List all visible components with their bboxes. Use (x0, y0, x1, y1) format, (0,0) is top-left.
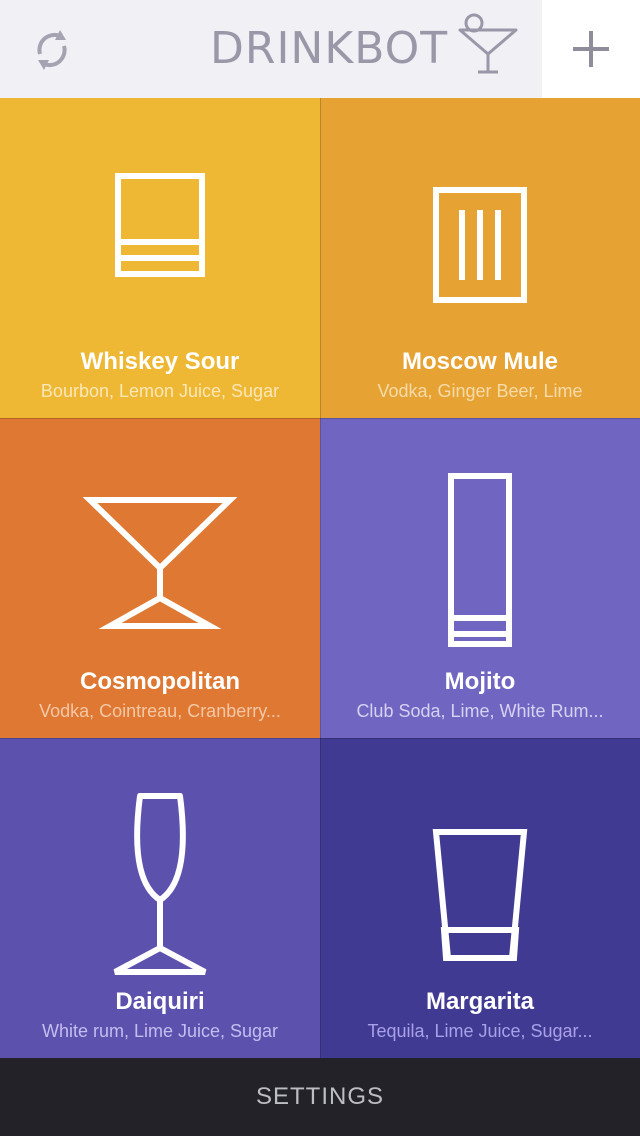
drink-name: Whiskey Sour (80, 348, 240, 375)
app-title: DRINKBOT (210, 22, 449, 74)
plus-icon (573, 31, 609, 67)
drink-ingredients: Tequila, Lime Juice, Sugar... (367, 1021, 593, 1041)
drink-name: Moscow Mule (401, 348, 558, 375)
refresh-button[interactable] (26, 24, 78, 76)
drink-tile-margarita[interactable]: Margarita Tequila, Lime Juice, Sugar... (320, 738, 640, 1058)
cocktail-glass-icon (458, 13, 518, 74)
flute-glass-icon (113, 793, 207, 975)
drink-ingredients: White rum, Lime Juice, Sugar (41, 1021, 279, 1041)
settings-label: SETTINGS (255, 1083, 384, 1110)
drink-name: Margarita (425, 988, 535, 1015)
drink-tile-moscow-mule[interactable]: Moscow Mule Vodka, Ginger Beer, Lime (320, 98, 640, 418)
rocks-glass-icon (115, 173, 205, 277)
drink-tile-whiskey-sour[interactable]: Whiskey Sour Bourbon, Lemon Juice, Sugar (0, 98, 320, 418)
highball-glass-icon (448, 473, 512, 647)
refresh-icon (37, 30, 67, 70)
app-header: DRINKBOT (0, 0, 640, 99)
pint-glass-icon (432, 829, 528, 961)
grid-divider (0, 418, 640, 419)
grid-divider (0, 738, 640, 739)
drink-name: Mojito (444, 668, 516, 695)
drink-tile-mojito[interactable]: Mojito Club Soda, Lime, White Rum... (320, 418, 640, 738)
drink-ingredients: Bourbon, Lemon Juice, Sugar (40, 381, 280, 401)
drink-name: Daiquiri (115, 988, 205, 1015)
drink-name: Cosmopolitan (80, 668, 240, 695)
grid-divider (320, 98, 321, 1058)
mule-mug-icon (433, 187, 527, 303)
drink-tile-daiquiri[interactable]: Daiquiri White rum, Lime Juice, Sugar (0, 738, 320, 1058)
drink-ingredients: Vodka, Cointreau, Cranberry... (39, 701, 281, 721)
martini-glass-icon (82, 497, 238, 629)
drink-ingredients: Vodka, Ginger Beer, Lime (377, 381, 583, 401)
add-drink-button[interactable] (542, 0, 640, 98)
brand: DRINKBOT (210, 12, 520, 84)
drink-ingredients: Club Soda, Lime, White Rum... (356, 701, 604, 721)
drink-tile-cosmopolitan[interactable]: Cosmopolitan Vodka, Cointreau, Cranberry… (0, 418, 320, 738)
settings-button[interactable]: SETTINGS (0, 1058, 640, 1136)
